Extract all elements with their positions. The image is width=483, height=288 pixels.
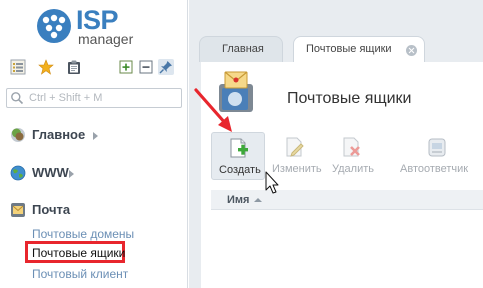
sidebar-item-mail-client[interactable]: Почтовый клиент bbox=[32, 267, 128, 281]
search-input[interactable] bbox=[29, 90, 179, 106]
collapse-icon[interactable] bbox=[138, 59, 154, 75]
sidebar: ISP manager Ctrl + Shift + M Главное WWW… bbox=[0, 0, 188, 288]
tab-label: Главная bbox=[222, 43, 264, 55]
tab-mailboxes[interactable]: Почтовые ящики bbox=[293, 36, 425, 62]
tab-bar: Главная Почтовые ящики bbox=[189, 36, 483, 62]
sidebar-section-www[interactable]: WWW bbox=[10, 163, 130, 183]
logo-text: ISP bbox=[76, 5, 119, 35]
sidebar-section-main[interactable]: Главное bbox=[10, 125, 130, 145]
tool-label: Изменить bbox=[272, 163, 322, 175]
autoresponder-icon bbox=[428, 138, 446, 157]
sidebar-toolbar bbox=[8, 58, 183, 78]
sort-ascending-icon bbox=[254, 198, 262, 202]
sidebar-section-mail[interactable]: Почта bbox=[10, 200, 130, 220]
delete-icon bbox=[343, 137, 360, 157]
edit-button[interactable]: Изменить bbox=[269, 132, 325, 180]
isp-manager-logo[interactable]: ISP manager bbox=[36, 6, 166, 46]
sidebar-section-label: WWW bbox=[32, 165, 69, 180]
content-panel: Почтовые ящики Создать Изменить Удалить … bbox=[201, 62, 483, 288]
sidebar-item-mailboxes[interactable]: Почтовые ящики bbox=[32, 246, 125, 260]
close-icon[interactable] bbox=[406, 45, 417, 56]
edit-icon bbox=[286, 137, 304, 157]
globe-icon bbox=[10, 165, 26, 181]
chevron-right-icon bbox=[69, 170, 74, 178]
isp-logo-icon bbox=[37, 9, 71, 43]
sidebar-section-label: Главное bbox=[32, 127, 86, 142]
column-header-name[interactable]: Имя bbox=[227, 194, 249, 206]
search-icon bbox=[11, 92, 24, 105]
main-area: Главная Почтовые ящики Почтовые ящики Со… bbox=[189, 0, 483, 288]
mailbox-icon bbox=[219, 71, 253, 112]
sidebar-section-label: Почта bbox=[32, 202, 71, 217]
pin-icon[interactable] bbox=[158, 59, 174, 75]
autoresponder-button[interactable]: Автоответчик bbox=[397, 132, 477, 180]
delete-button[interactable]: Удалить bbox=[327, 132, 379, 180]
clipboard-icon[interactable] bbox=[66, 59, 82, 75]
star-icon[interactable] bbox=[38, 59, 54, 75]
chevron-right-icon bbox=[93, 132, 98, 140]
page-title: Почтовые ящики bbox=[287, 90, 412, 107]
list-icon[interactable] bbox=[10, 59, 26, 75]
expand-icon[interactable] bbox=[118, 59, 134, 75]
tool-label: Автоответчик bbox=[400, 163, 469, 175]
tab-home[interactable]: Главная bbox=[199, 36, 283, 62]
tool-label: Создать bbox=[219, 164, 261, 176]
sidebar-item-mail-domains[interactable]: Почтовые домены bbox=[32, 227, 134, 241]
tab-label: Почтовые ящики bbox=[306, 43, 392, 55]
action-toolbar: Создать Изменить Удалить Автоответчик bbox=[211, 132, 483, 180]
home-icon bbox=[11, 128, 25, 142]
logo-subtext: manager bbox=[78, 31, 134, 47]
create-button[interactable]: Создать bbox=[211, 132, 265, 180]
sidebar-search[interactable] bbox=[6, 88, 182, 108]
grid-header: Имя bbox=[211, 190, 483, 210]
tool-label: Удалить bbox=[332, 163, 374, 175]
mail-icon bbox=[11, 203, 25, 217]
create-icon bbox=[230, 138, 248, 158]
